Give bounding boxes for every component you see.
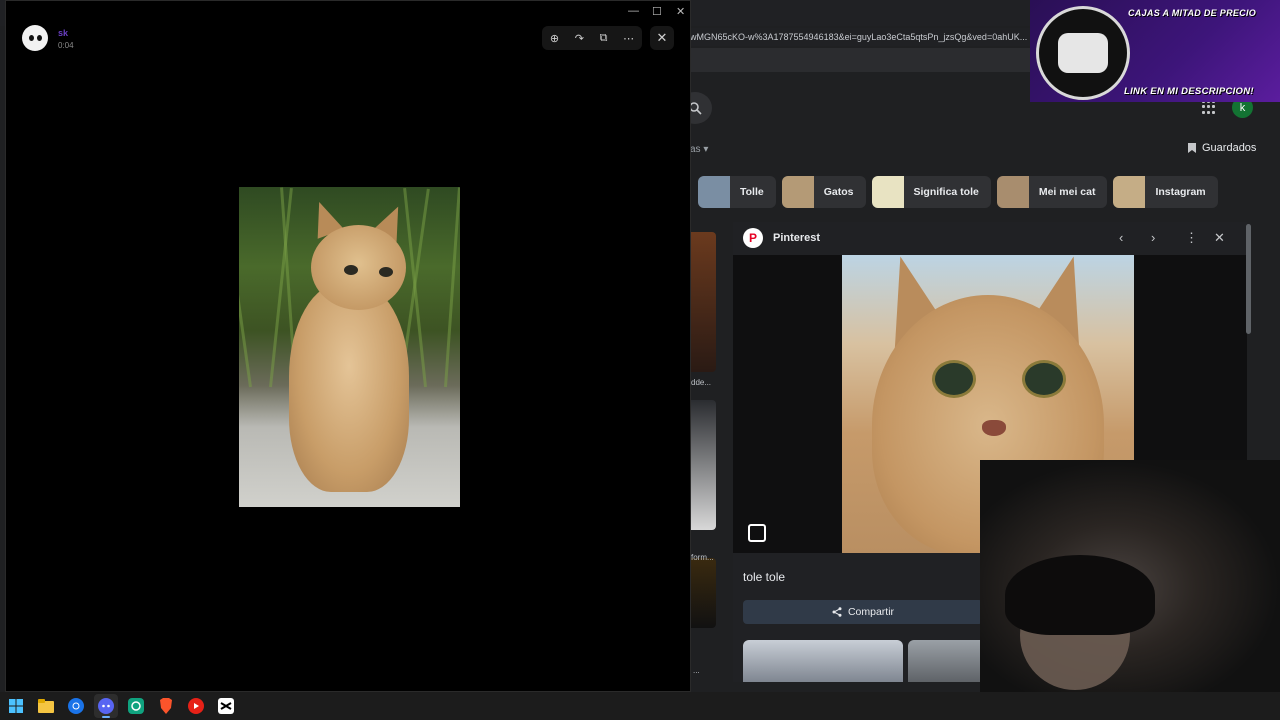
result-thumbnail[interactable] xyxy=(690,558,716,628)
related-image[interactable] xyxy=(908,640,988,682)
chip-mei-mei-cat[interactable]: Mei mei cat xyxy=(996,176,1108,208)
stream-banner: CAJAS A MITAD DE PRECIO LINK EN MI DESCR… xyxy=(1030,0,1280,102)
lens-search-icon[interactable] xyxy=(748,524,766,542)
chip-thumbnail xyxy=(996,176,1029,208)
chip-tolle[interactable]: Tolle xyxy=(698,176,776,208)
cat-photo[interactable] xyxy=(239,187,460,507)
close-icon[interactable]: ✕ xyxy=(1214,230,1225,246)
chip-thumbnail xyxy=(871,176,904,208)
result-thumbnail[interactable] xyxy=(690,232,716,372)
panel-scrollbar[interactable] xyxy=(1246,222,1253,462)
forward-icon[interactable]: ↷ xyxy=(575,32,584,45)
share-icon xyxy=(832,607,842,617)
maximize-icon[interactable]: ☐ xyxy=(652,5,662,18)
minimize-icon[interactable]: — xyxy=(628,5,639,17)
address-bar[interactable]: wMGN65cKO-w%3A1787554946183&ei=guyLao3eC… xyxy=(682,28,1050,46)
avatar[interactable] xyxy=(22,25,48,51)
banner-top-text: CAJAS A MITAD DE PRECIO xyxy=(1128,8,1257,18)
timestamp: 0:04 xyxy=(58,41,74,50)
share-label: Compartir xyxy=(847,606,895,618)
saved-button[interactable]: Guardados xyxy=(1188,142,1256,154)
panel-source-label: Pinterest xyxy=(773,232,821,244)
window-close-icon[interactable]: ✕ xyxy=(676,5,685,18)
result-caption: dde... xyxy=(691,378,712,387)
pinterest-logo-icon: P xyxy=(743,228,763,248)
windows-start-icon[interactable] xyxy=(4,694,28,718)
chip-instagram[interactable]: Instagram xyxy=(1113,176,1218,208)
chip-label: Tolle xyxy=(740,186,764,198)
more-options-icon[interactable]: ⋮ xyxy=(1185,230,1198,246)
webcam-overlay xyxy=(980,460,1280,692)
open-external-icon[interactable]: ⧉ xyxy=(600,32,608,45)
saved-label: Guardados xyxy=(1202,142,1257,154)
chevron-left-icon[interactable]: ‹ xyxy=(1119,230,1123,245)
banner-bottom-text: LINK EN MI DESCRIPCION! xyxy=(1124,86,1254,97)
chevron-right-icon[interactable]: › xyxy=(1151,230,1155,245)
youtube-icon[interactable] xyxy=(184,694,208,718)
chip-gatos[interactable]: Gatos xyxy=(781,176,866,208)
result-caption: ... xyxy=(693,666,700,675)
panel-source[interactable]: P Pinterest xyxy=(743,228,820,248)
username: sk xyxy=(58,28,69,38)
share-button[interactable]: Compartir xyxy=(743,600,983,624)
result-thumbnails-strip xyxy=(690,232,716,634)
chip-label: Gatos xyxy=(823,186,854,198)
viewer-toolbar: ⊕ ↷ ⧉ ⋯ xyxy=(542,26,642,50)
image-title[interactable]: tole tole xyxy=(743,570,785,584)
discord-icon[interactable] xyxy=(94,694,118,718)
chip-thumbnail xyxy=(781,176,814,208)
chip-thumbnail xyxy=(698,176,730,208)
chip-thumbnail xyxy=(1113,176,1146,208)
app-icon[interactable] xyxy=(124,694,148,718)
more-icon[interactable]: ⋯ xyxy=(623,32,634,45)
related-search-chips: Tolle Gatos Significa tole Mei mei cat I… xyxy=(698,176,1218,208)
chrome-icon[interactable] xyxy=(64,694,88,718)
channel-logo xyxy=(1036,6,1130,100)
tools-dropdown[interactable]: as ▾ xyxy=(690,144,708,155)
related-image[interactable] xyxy=(743,640,903,682)
capcut-icon[interactable] xyxy=(214,694,238,718)
taskbar xyxy=(0,692,1280,720)
result-caption: form... xyxy=(691,553,714,562)
streamer-hair xyxy=(1005,555,1155,635)
brave-icon[interactable] xyxy=(154,694,178,718)
chip-label: Mei mei cat xyxy=(1038,186,1096,198)
bookmark-icon xyxy=(1188,143,1196,153)
chip-label: Instagram xyxy=(1155,186,1206,198)
file-explorer-icon[interactable] xyxy=(34,694,58,718)
google-apps-icon[interactable] xyxy=(1202,100,1216,114)
zoom-in-icon[interactable]: ⊕ xyxy=(550,32,559,45)
chip-label: Significa tole xyxy=(913,186,979,198)
close-viewer-button[interactable]: ✕ xyxy=(650,26,674,50)
chip-significa-tole[interactable]: Significa tole xyxy=(871,176,991,208)
image-viewer-window: — ☐ ✕ sk 0:04 ⊕ ↷ ⧉ ⋯ ✕ xyxy=(5,0,691,692)
result-thumbnail[interactable] xyxy=(690,400,716,530)
